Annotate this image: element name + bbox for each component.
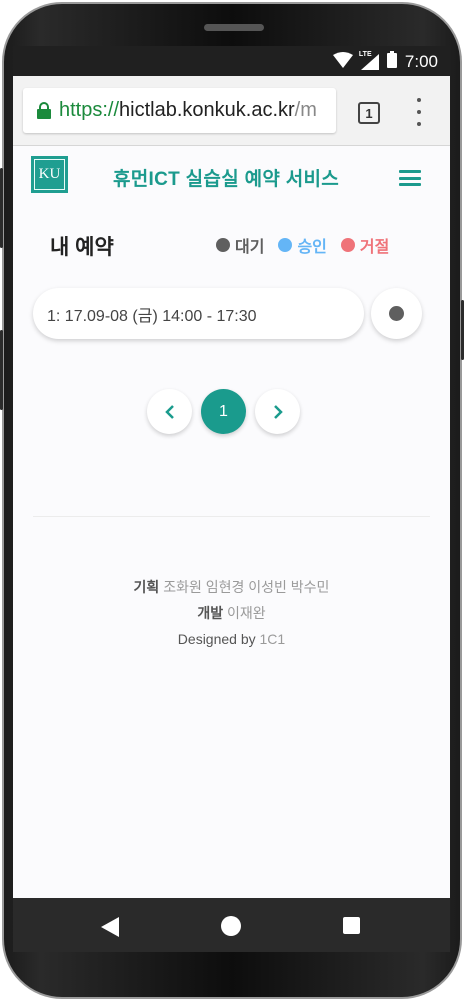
chevron-left-icon xyxy=(164,404,174,419)
rejected-dot-icon xyxy=(340,238,355,252)
lock-icon xyxy=(37,102,51,119)
site-title[interactable]: 휴먼ICT 실습실 예약 서비스 xyxy=(113,164,339,191)
back-icon[interactable] xyxy=(101,917,119,937)
chevron-right-icon xyxy=(273,404,283,419)
designed-by-name: 1C1 xyxy=(259,631,286,647)
legend-approved-label: 승인 xyxy=(297,239,327,256)
tab-switcher-button[interactable]: 1 xyxy=(358,102,380,124)
footer-dev: 개발 이재완 xyxy=(13,600,450,626)
reservation-item[interactable]: 1: 17.09-08 (금) 14:00 - 17:30 xyxy=(33,288,364,339)
designed-by-label: Designed by xyxy=(177,631,256,647)
legend-rejected: 거절 xyxy=(340,233,390,257)
status-dot-icon xyxy=(389,306,404,321)
url-path: /m xyxy=(294,99,317,121)
footer-designed-by: Designed by 1C1 xyxy=(13,626,450,652)
site-header: KU 휴먼ICT 실습실 예약 서비스 xyxy=(13,146,450,208)
reservation-status-button[interactable] xyxy=(371,288,422,339)
menu-icon[interactable] xyxy=(399,170,421,186)
divider xyxy=(33,516,430,517)
dev-label: 개발 xyxy=(197,605,224,621)
address-bar[interactable]: https://hictlab.konkuk.ac.kr/m xyxy=(23,88,336,133)
legend-approved: 승인 xyxy=(278,233,327,257)
planning-names: 조화원 임현경 이성빈 박수민 xyxy=(163,579,330,595)
ku-logo[interactable]: KU xyxy=(31,156,68,193)
browser-toolbar: https://hictlab.konkuk.ac.kr/m 1 xyxy=(13,76,450,146)
dev-name: 이재완 xyxy=(227,605,266,621)
approved-dot-icon xyxy=(278,238,293,252)
next-page-button[interactable] xyxy=(255,389,300,434)
url-host: hictlab.konkuk.ac.kr xyxy=(119,99,295,121)
footer: 기획 조화원 임현경 이성빈 박수민 개발 이재완 Designed by 1C… xyxy=(13,574,450,652)
system-nav-bar xyxy=(13,898,450,952)
page-button-1[interactable]: 1 xyxy=(201,389,246,434)
status-clock: 7:00 xyxy=(404,52,438,71)
status-bar: LTE 7:00 xyxy=(13,46,450,76)
url-text: https://hictlab.konkuk.ac.kr/m xyxy=(59,99,317,122)
network-type-label: LTE xyxy=(358,51,372,58)
screen: LTE 7:00 https://hictlab.konkuk.ac.kr/m … xyxy=(13,46,450,952)
status-legend: 대기 승인 거절 xyxy=(216,233,389,257)
bixby-button xyxy=(0,330,3,410)
volume-button xyxy=(0,168,3,248)
battery-icon xyxy=(386,51,397,73)
wifi-icon xyxy=(332,51,353,73)
logo-text: KU xyxy=(34,159,65,190)
legend-rejected-label: 거절 xyxy=(359,239,390,256)
footer-planning: 기획 조화원 임현경 이성빈 박수민 xyxy=(13,574,450,600)
legend-pending: 대기 xyxy=(216,233,264,257)
pagination: 1 xyxy=(147,389,300,434)
prev-page-button[interactable] xyxy=(147,389,192,434)
planning-label: 기획 xyxy=(133,579,160,595)
more-options-icon[interactable] xyxy=(416,98,422,126)
legend-pending-label: 대기 xyxy=(235,239,265,256)
lte-signal-icon: LTE xyxy=(358,51,379,70)
pending-dot-icon xyxy=(216,238,230,252)
recents-icon[interactable] xyxy=(343,917,360,934)
page-title: 내 예약 xyxy=(50,236,114,259)
url-scheme: https:// xyxy=(59,99,120,121)
home-icon[interactable] xyxy=(221,916,241,936)
phone-speaker xyxy=(204,24,264,31)
